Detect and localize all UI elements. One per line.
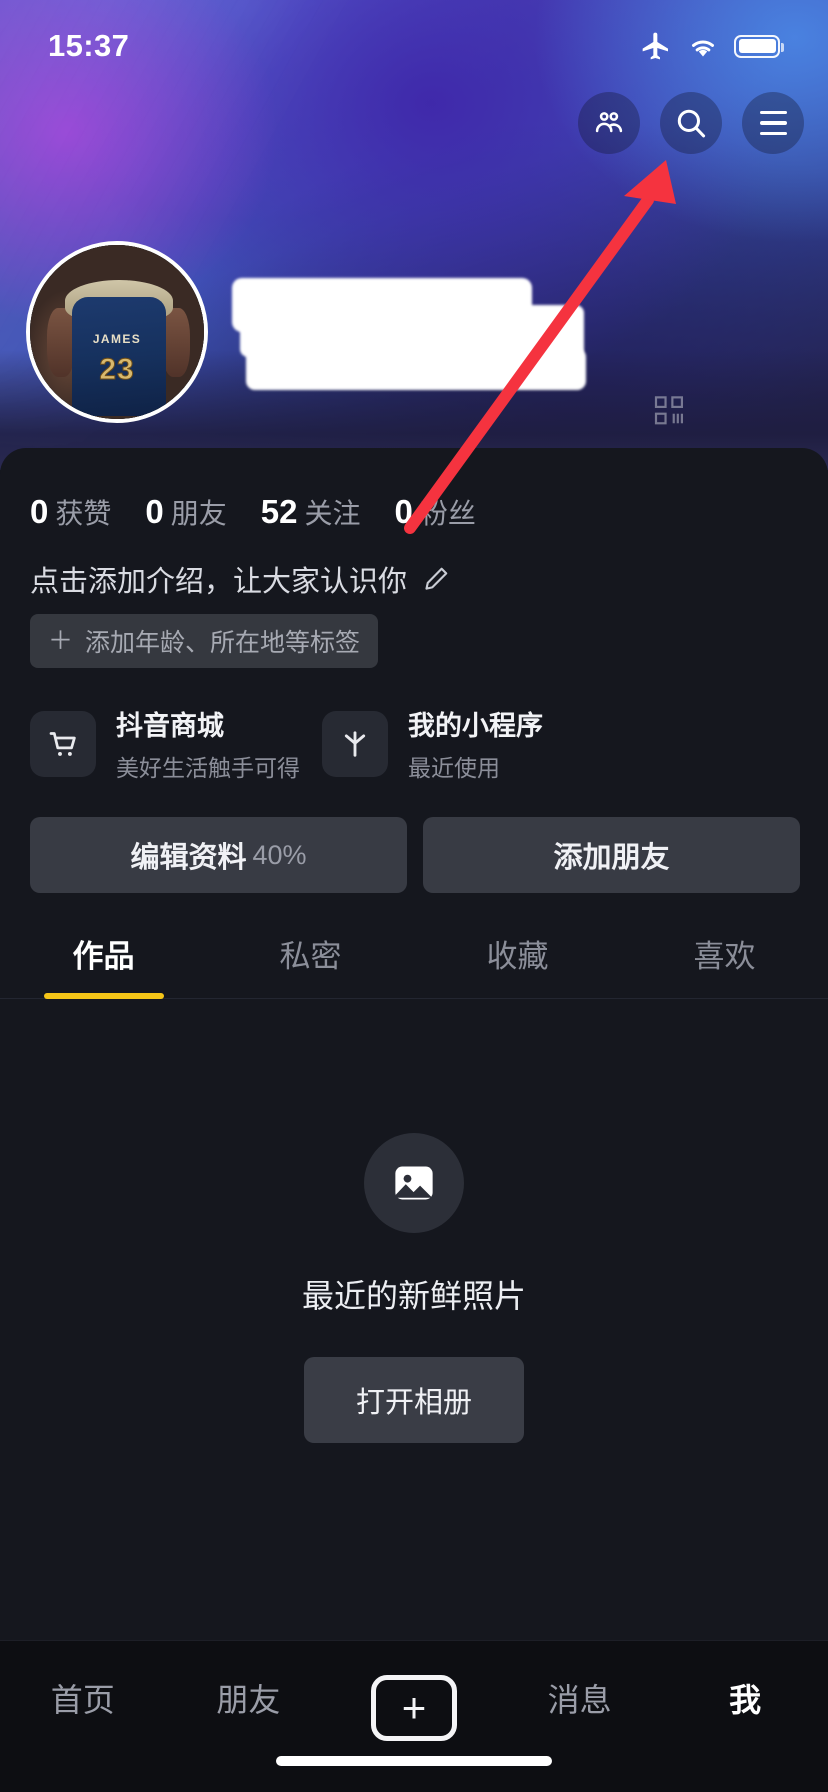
menu-button[interactable]: [742, 92, 804, 154]
entry-subtitle: 最近使用: [408, 755, 500, 781]
nav-item-home[interactable]: 首页: [0, 1675, 166, 1721]
nav-label: 首页: [50, 1682, 115, 1718]
entry-subtitle: 美好生活触手可得: [116, 755, 300, 781]
stat-value: 52: [260, 493, 298, 530]
bio-prompt-row[interactable]: 点击添加介绍，让大家认识你: [0, 532, 828, 600]
stat-likes[interactable]: 0 获赞: [30, 492, 111, 532]
tab-label: 喜欢: [693, 939, 756, 974]
edit-profile-label: 编辑资料: [130, 842, 247, 874]
profile-panel: 0 获赞 0 朋友 52 关注 0 粉丝 点击添加介绍，让大家认识你 ＋ 添加年…: [0, 448, 828, 1640]
miniapp-icon: [322, 710, 388, 777]
tab-private[interactable]: 私密: [207, 931, 414, 998]
profile-entry-cards: 抖音商城 美好生活触手可得 我的小程序 最近使用: [0, 668, 828, 783]
stat-label: 粉丝: [419, 498, 476, 529]
profile-action-buttons: 编辑资料 40% 添加朋友: [0, 783, 828, 893]
tab-likes[interactable]: 喜欢: [621, 931, 828, 998]
search-button[interactable]: [660, 92, 722, 154]
edit-profile-button[interactable]: 编辑资料 40%: [30, 817, 407, 893]
nav-item-me[interactable]: 我: [662, 1675, 828, 1721]
bottom-navigation: 首页 朋友 + 消息 我: [0, 1640, 828, 1792]
stat-value: 0: [394, 493, 413, 530]
username-redaction: [246, 348, 586, 390]
nav-label: 朋友: [216, 1682, 281, 1718]
search-icon: [677, 109, 706, 138]
header-action-buttons: [578, 92, 804, 154]
avatar-jersey-name: JAMES: [92, 332, 142, 346]
stat-label: 朋友: [170, 498, 227, 529]
stat-friends[interactable]: 0 朋友: [145, 492, 226, 532]
tab-active-underline: [43, 993, 164, 999]
stat-followers[interactable]: 0 粉丝: [394, 492, 475, 532]
tab-label: 作品: [72, 939, 135, 974]
friends-icon: [595, 112, 623, 133]
nav-item-create[interactable]: +: [331, 1675, 497, 1741]
friends-button[interactable]: [578, 92, 640, 154]
edit-profile-progress: 40%: [252, 839, 307, 870]
wifi-icon: [692, 40, 714, 57]
cart-icon: [30, 710, 96, 777]
avatar-image: JAMES 23: [30, 245, 204, 419]
avatar[interactable]: JAMES 23: [26, 241, 208, 423]
profile-stats-row: 0 获赞 0 朋友 52 关注 0 粉丝: [0, 448, 828, 532]
stat-label: 关注: [304, 498, 361, 529]
add-friend-button[interactable]: 添加朋友: [423, 817, 800, 893]
status-bar-clock: 15:37: [48, 28, 130, 63]
nav-label: 消息: [547, 1682, 612, 1718]
plus-icon: +: [370, 1675, 457, 1741]
empty-state: 最近的新鲜照片 打开相册: [0, 999, 828, 1443]
tab-label: 收藏: [486, 939, 549, 974]
stat-label: 获赞: [55, 498, 112, 529]
app-screen: 15:37 JAMES 23 0 获赞 0 朋友 52 关注 0 粉丝 点击添加…: [0, 0, 828, 1792]
bio-prompt-text: 点击添加介绍，让大家认识你: [30, 566, 408, 598]
add-friend-label: 添加朋友: [553, 842, 670, 874]
stat-value: 0: [145, 493, 164, 530]
photo-icon: [364, 1133, 464, 1233]
tab-label: 私密: [279, 939, 342, 974]
battery-icon: [734, 34, 784, 58]
stat-value: 0: [30, 493, 49, 530]
menu-icon: [759, 110, 787, 136]
tab-favorites[interactable]: 收藏: [414, 931, 621, 998]
entry-title: 抖音商城: [116, 711, 224, 741]
add-tags-chip[interactable]: ＋ 添加年龄、所在地等标签: [30, 614, 379, 668]
tab-works[interactable]: 作品: [0, 931, 207, 999]
entry-mini-programs[interactable]: 我的小程序 最近使用: [322, 704, 543, 783]
add-tags-label: 添加年龄、所在地等标签: [85, 629, 361, 657]
entry-douyin-mall[interactable]: 抖音商城 美好生活触手可得: [30, 704, 300, 783]
plus-icon: ＋: [48, 626, 74, 655]
content-tabs: 作品 私密 收藏 喜欢: [0, 931, 828, 999]
nav-item-friends[interactable]: 朋友: [166, 1675, 332, 1721]
stat-following[interactable]: 52 关注: [261, 492, 361, 532]
entry-title: 我的小程序: [408, 711, 543, 741]
pencil-icon: [425, 567, 448, 590]
open-album-button[interactable]: 打开相册: [303, 1357, 524, 1443]
avatar-jersey-number: 23: [99, 352, 135, 386]
nav-label: 我: [729, 1682, 762, 1718]
status-bar-icons: [640, 30, 784, 62]
nav-item-messages[interactable]: 消息: [497, 1675, 663, 1721]
qr-code-icon[interactable]: [654, 396, 688, 426]
empty-state-title: 最近的新鲜照片: [301, 1278, 526, 1314]
airplane-mode-icon: [642, 32, 668, 60]
profile-tags-row: ＋ 添加年龄、所在地等标签: [0, 600, 828, 668]
home-indicator: [276, 1756, 552, 1766]
status-bar: 15:37: [0, 0, 828, 92]
